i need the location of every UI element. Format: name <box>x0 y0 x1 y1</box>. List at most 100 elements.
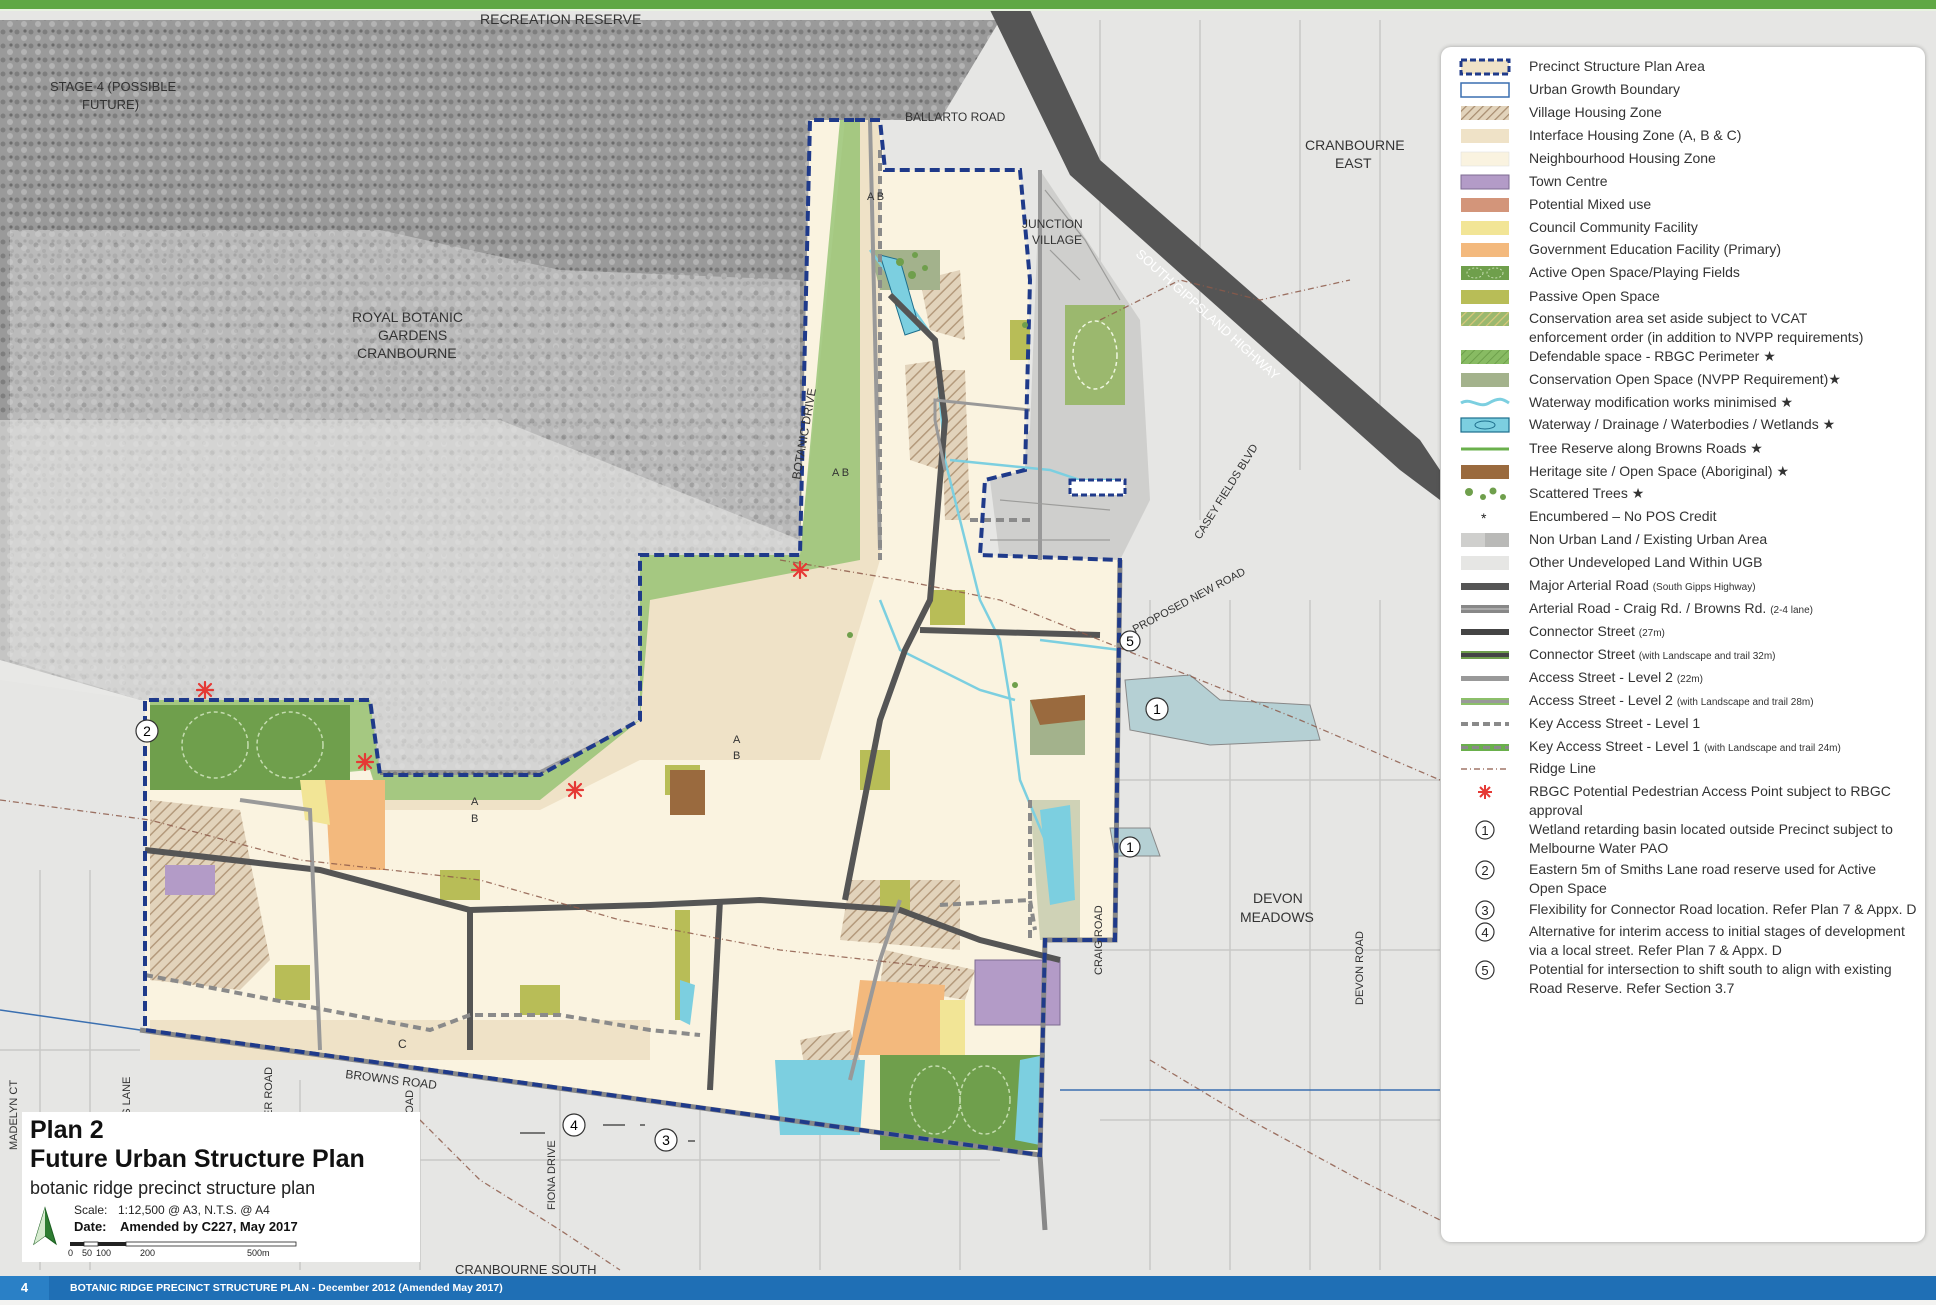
label-ballarto-road: BALLARTO ROAD <box>905 110 1006 124</box>
legend-label-text: Neighbourhood Housing Zone <box>1529 150 1716 166</box>
legend-label: Connector Street (27m) <box>1529 622 1665 643</box>
psp-area-icon <box>1459 58 1511 76</box>
legend-label: Key Access Street - Level 1 (with Landsc… <box>1529 737 1841 758</box>
legend-label-note: (27m) <box>1638 628 1665 639</box>
scale-label: Scale: <box>74 1203 108 1217</box>
legend-label-text: Wetland retarding basin located outside … <box>1529 821 1893 837</box>
legend-item-conservation-nvpp: Conservation Open Space (NVPP Requiremen… <box>1459 370 1919 389</box>
legend-label: Waterway / Drainage / Waterbodies / Wetl… <box>1529 415 1835 434</box>
legend-item-rbgc-access: RBGC Potential Pedestrian Access Point s… <box>1459 782 1919 820</box>
label-devon-road: DEVON ROAD <box>1354 931 1366 1005</box>
label-fiona-drive: FIONA DRIVE <box>546 1140 558 1210</box>
legend-label: Other Undeveloped Land Within UGB <box>1529 553 1762 572</box>
legend-item-major-arterial: Major Arterial Road (South Gipps Highway… <box>1459 576 1919 597</box>
legend-label-text: Town Centre <box>1529 173 1608 189</box>
legend-label-text: Access Street - Level 2 <box>1529 669 1673 685</box>
ugb-icon <box>1459 81 1511 99</box>
conservation-nvpp-icon <box>1459 371 1511 389</box>
scale-tick-50: 50 <box>82 1248 93 1258</box>
legend-label: Scattered Trees ★ <box>1529 484 1644 503</box>
legend-num-1: 1 <box>1481 823 1488 838</box>
legend-label: Access Street - Level 2 (with Landscape … <box>1529 691 1814 712</box>
legend-item-waterway-mod: Waterway modification works minimised ★ <box>1459 393 1919 412</box>
label-craig-road: CRAIG ROAD <box>1093 905 1105 975</box>
legend-label: Conservation area set aside subject to V… <box>1529 309 1863 347</box>
legend-label: Council Community Facility <box>1529 218 1698 237</box>
plan-number: Plan 2 <box>30 1116 104 1144</box>
legend-label-text: Conservation area set aside subject to V… <box>1529 310 1808 326</box>
top-rule <box>0 0 1936 11</box>
connector-ls-icon <box>1459 646 1511 664</box>
legend-label: Precinct Structure Plan Area <box>1529 57 1705 76</box>
legend-label-text: Active Open Space/Playing Fields <box>1529 264 1740 280</box>
legend-label-text: Waterway modification works minimised ★ <box>1529 394 1794 410</box>
legend-item-town-centre: Town Centre <box>1459 172 1919 191</box>
legend-label-text: RBGC Potential Pedestrian Access Point s… <box>1529 783 1891 799</box>
label-cranbourne-east-2: EAST <box>1335 155 1372 171</box>
legend-label: Heritage site / Open Space (Aboriginal) … <box>1529 462 1789 481</box>
label-ab-4b: B <box>471 813 478 825</box>
legend-label-text: Interface Housing Zone (A, B & C) <box>1529 127 1742 143</box>
legend-item-encumbered: * Encumbered – No POS Credit <box>1459 507 1919 526</box>
legend-label: Ridge Line <box>1529 759 1596 778</box>
label-junction-1: JUNCTION <box>1022 217 1083 231</box>
label-stage4-2: FUTURE) <box>82 97 139 112</box>
legend-item-village: Village Housing Zone <box>1459 103 1919 122</box>
mixed-use-icon <box>1459 196 1511 214</box>
legend-label-text: Heritage site / Open Space (Aboriginal) … <box>1529 463 1790 479</box>
town-centre-icon <box>1459 173 1511 191</box>
legend-label-text: Waterway / Drainage / Waterbodies / Wetl… <box>1529 416 1836 432</box>
page-number: 4 <box>0 1276 49 1300</box>
rbgc-access-icon <box>1459 783 1511 801</box>
legend-item-psp-area: Precinct Structure Plan Area <box>1459 57 1919 76</box>
callout-1a: 1 <box>1153 701 1161 717</box>
legend-label-note: (2-4 lane) <box>1770 605 1814 616</box>
legend-label-text: Connector Street <box>1529 623 1635 639</box>
legend-label: Tree Reserve along Browns Roads ★ <box>1529 439 1763 458</box>
legend-item-active-open: Active Open Space/Playing Fields <box>1459 263 1919 282</box>
n4-icon: 4 <box>1459 922 1511 942</box>
legend-item-mixed-use: Potential Mixed use <box>1459 195 1919 214</box>
interface-icon <box>1459 127 1511 145</box>
active-open-icon <box>1459 264 1511 282</box>
legend-num-3: 3 <box>1481 903 1488 918</box>
label-junction-2: VILLAGE <box>1032 233 1082 247</box>
legend-item-council: Council Community Facility <box>1459 218 1919 237</box>
legend-item-neighbourhood: Neighbourhood Housing Zone <box>1459 149 1919 168</box>
legend-label-text: Urban Growth Boundary <box>1529 81 1680 97</box>
legend-label: Waterway modification works minimised ★ <box>1529 393 1793 412</box>
legend-label: Urban Growth Boundary <box>1529 80 1680 99</box>
key-access1-icon <box>1459 715 1511 733</box>
legend-label-text: Ridge Line <box>1529 760 1596 776</box>
legend-label: Arterial Road - Craig Rd. / Browns Rd. (… <box>1529 599 1813 620</box>
waterway-icon <box>1459 416 1511 434</box>
legend-label-text: Flexibility for Connector Road location.… <box>1529 901 1917 917</box>
legend-label: Key Access Street - Level 1 <box>1529 714 1700 733</box>
legend-label: Alternative for interim access to initia… <box>1529 922 1905 960</box>
heritage-icon <box>1459 463 1511 481</box>
legend-label-text: Potential for intersection to shift sout… <box>1529 961 1892 977</box>
n5-icon: 5 <box>1459 960 1511 980</box>
ridge-icon <box>1459 760 1511 778</box>
legend-item-n5: 5 Potential for intersection to shift sou… <box>1459 960 1919 998</box>
label-devon-2: MEADOWS <box>1240 909 1314 925</box>
legend-label-line2: Melbourne Water PAO <box>1529 840 1669 856</box>
legend-item-n2: 2 Eastern 5m of Smiths Lane road reserve … <box>1459 860 1919 898</box>
legend-label: Passive Open Space <box>1529 287 1660 306</box>
legend-label-note: (South Gipps Highway) <box>1652 582 1756 593</box>
legend-label-line2: enforcement order (in addition to NVPP r… <box>1529 329 1864 345</box>
legend-item-other-undeveloped: Other Undeveloped Land Within UGB <box>1459 553 1919 572</box>
legend-item-defendable: Defendable space - RBGC Perimeter ★ <box>1459 347 1919 366</box>
legend-label: Neighbourhood Housing Zone <box>1529 149 1716 168</box>
footer-text: BOTANIC RIDGE PRECINCT STRUCTURE PLAN - … <box>70 1282 503 1294</box>
legend-label-text: Precinct Structure Plan Area <box>1529 58 1705 74</box>
legend-item-connector: Connector Street (27m) <box>1459 622 1919 643</box>
label-cranbourne-east-1: CRANBOURNE <box>1305 137 1405 153</box>
legend-label: Flexibility for Connector Road location.… <box>1529 900 1917 919</box>
legend-item-tree-reserve: Tree Reserve along Browns Roads ★ <box>1459 439 1919 458</box>
legend-label: Major Arterial Road (South Gipps Highway… <box>1529 576 1756 597</box>
scale-bar <box>70 1241 297 1247</box>
legend-label-text: Passive Open Space <box>1529 288 1660 304</box>
legend-label-text: Connector Street <box>1529 646 1635 662</box>
non-urban-icon <box>1459 531 1511 549</box>
